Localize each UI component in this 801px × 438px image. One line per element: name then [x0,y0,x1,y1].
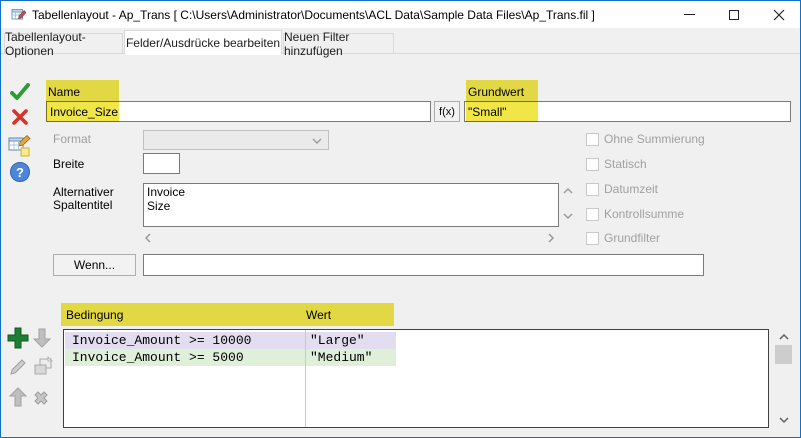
grundwert-input[interactable] [464,101,791,122]
fx-expression-button[interactable]: f(x) [434,101,460,122]
checkbox-label: Datumzeit [604,182,658,196]
alt-title-label-line1: Alternativer [53,185,114,199]
tab-strip: Tabellenlayout-Optionen Felder/Ausdrücke… [1,29,800,54]
scroll-down-icon[interactable] [562,212,574,220]
edit-condition-button[interactable] [8,357,28,382]
discard-entry-button[interactable] [11,108,29,131]
grid-vertical-scrollbar[interactable] [775,329,792,428]
minimize-button[interactable] [669,1,709,28]
copy-icon [31,355,55,379]
move-condition-down-button[interactable] [32,327,52,354]
column-separator [305,330,306,427]
scroll-right-icon[interactable] [547,232,555,244]
condition-cell[interactable]: Invoice_Amount >= 5000 [72,349,244,366]
bedingung-column-header: Bedingung [66,308,123,322]
condition-cell[interactable]: Invoice_Amount >= 10000 [72,332,251,349]
move-condition-up-button[interactable] [8,386,28,413]
conditions-grid[interactable]: Invoice_Amount >= 10000 "Large" Invoice_… [63,329,769,428]
up-arrow-icon [8,386,28,408]
tab-neuen-filter-hinzufuegen[interactable]: Neuen Filter hinzufügen [283,33,394,54]
scrollbar-up-icon[interactable] [778,333,790,341]
tabellenlayout-dialog: Tabellenlayout - Ap_Trans [ C:\Users\Adm… [0,0,801,438]
format-dropdown[interactable] [143,130,329,150]
wenn-condition-input[interactable] [143,254,704,276]
maximize-icon [729,10,739,20]
format-label: Format [53,132,91,146]
checkbox-icon [586,183,599,196]
green-plus-icon [7,327,29,349]
close-button[interactable] [759,1,799,28]
maximize-button[interactable] [714,1,754,28]
duplicate-condition-button[interactable] [31,355,55,384]
checkbox-icon [586,158,599,171]
alt-column-title-textarea[interactable]: Invoice Size [143,183,559,227]
gray-x-icon [31,388,51,408]
tab-tabellenlayout-optionen[interactable]: Tabellenlayout-Optionen [4,33,123,54]
checkbox-icon [586,208,599,221]
green-check-icon [10,83,30,101]
checkbox-kontrollsumme[interactable]: Kontrollsumme [586,207,684,221]
add-condition-button[interactable] [7,327,29,354]
checkbox-icon [586,133,599,146]
value-cell[interactable]: "Medium" [310,349,372,366]
wenn-button[interactable]: Wenn... [53,254,136,276]
title-bar: Tabellenlayout - Ap_Trans [ C:\Users\Adm… [1,1,800,28]
minimize-icon [684,14,695,15]
pencil-icon [8,357,28,377]
table-edit-icon [11,7,27,28]
question-mark-icon: ? [16,165,24,180]
checkbox-label: Ohne Summierung [604,132,705,146]
red-x-icon [11,108,29,126]
checkbox-ohne-summierung[interactable]: Ohne Summierung [586,132,705,146]
close-icon [773,9,785,21]
checkbox-statisch[interactable]: Statisch [586,157,647,171]
checkbox-label: Statisch [604,157,647,171]
table-pencil-note-icon [8,134,32,158]
breite-input[interactable] [143,153,180,174]
edit-layout-button[interactable] [8,134,32,163]
wert-column-header: Wert [306,308,331,322]
checkbox-icon [586,232,599,245]
delete-condition-button[interactable] [31,388,51,413]
checkbox-grundfilter[interactable]: Grundfilter [586,231,660,245]
name-label: Name [48,85,80,99]
scroll-up-icon[interactable] [562,187,574,195]
chevron-down-icon [312,138,322,144]
checkbox-datumzeit[interactable]: Datumzeit [586,182,658,196]
scroll-left-icon[interactable] [144,232,152,244]
checkbox-label: Grundfilter [604,231,660,245]
tab-felder-ausdruecke-bearbeiten[interactable]: Felder/Ausdrücke bearbeiten [124,30,282,55]
value-cell[interactable]: "Large" [310,332,365,349]
breite-label: Breite [53,157,84,171]
scrollbar-down-icon[interactable] [778,416,790,424]
alt-title-label-line2: Spaltentitel [53,198,112,212]
help-button[interactable]: ? [10,162,30,182]
scrollbar-thumb[interactable] [775,345,792,364]
down-arrow-icon [32,327,52,349]
name-input[interactable] [46,101,431,122]
checkbox-label: Kontrollsumme [604,207,684,221]
accept-entry-button[interactable] [10,83,30,106]
window-title: Tabellenlayout - Ap_Trans [ C:\Users\Adm… [32,8,595,22]
grundwert-label: Grundwert [468,85,524,99]
